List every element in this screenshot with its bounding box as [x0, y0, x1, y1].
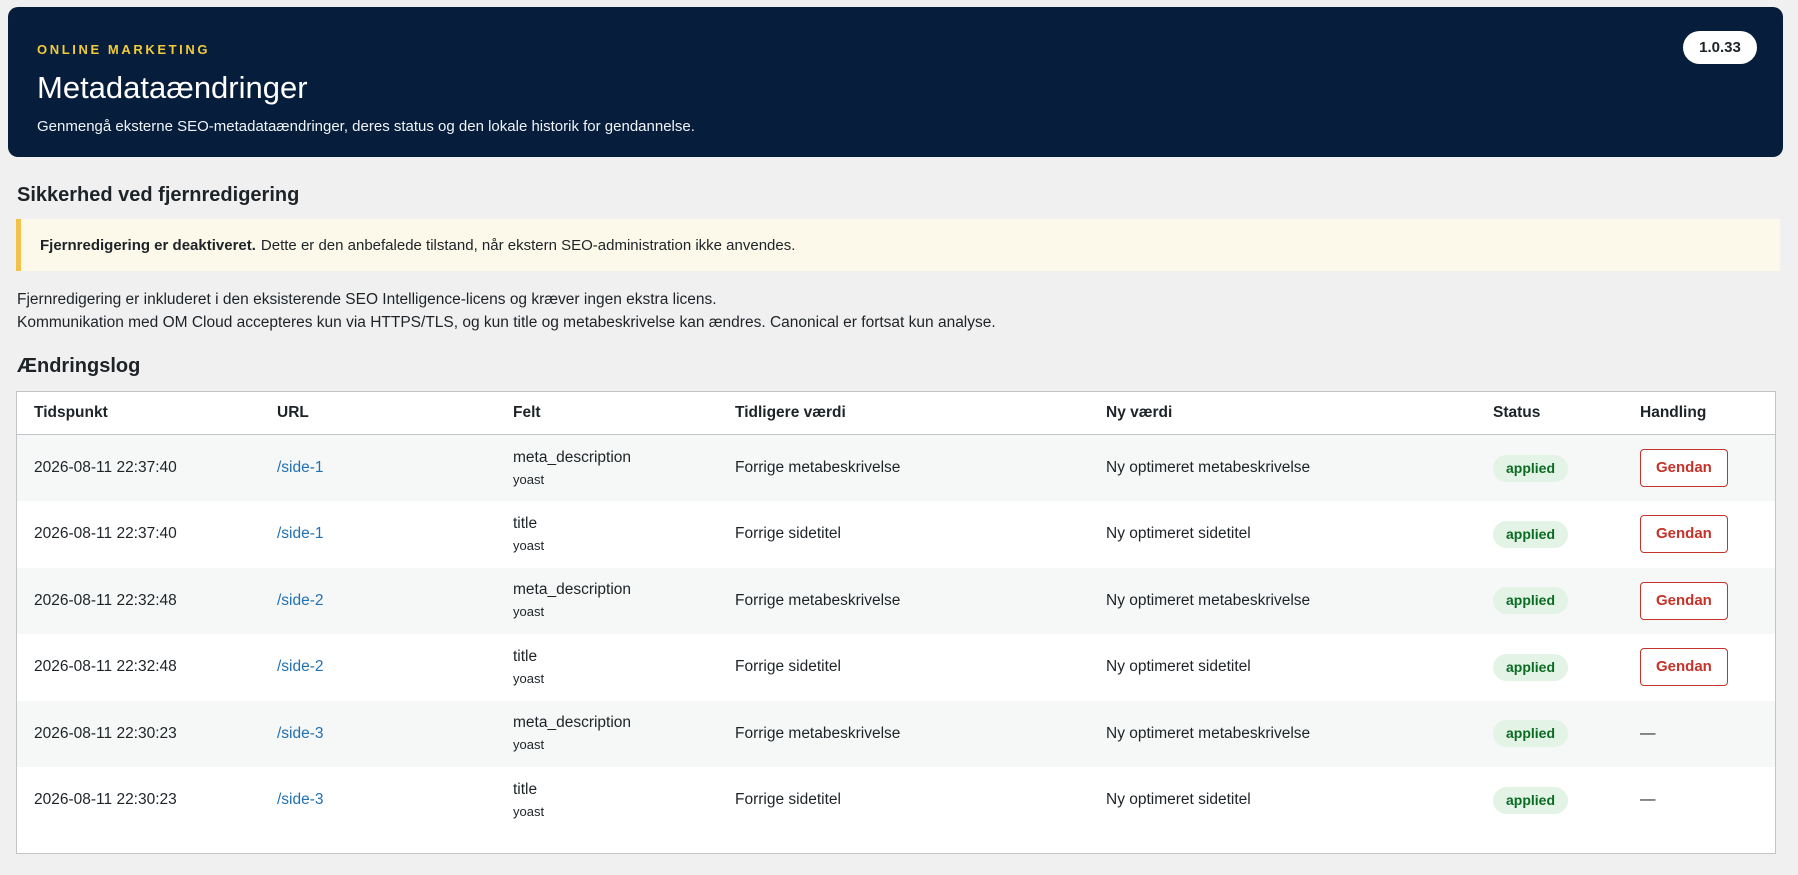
table-row: 2026-08-11 22:37:40 /side-1 meta_descrip…	[17, 434, 1775, 502]
field-source: yoast	[513, 737, 545, 753]
cell-new-value: Ny optimeret metabeskrivelse	[1106, 724, 1311, 742]
status-badge: applied	[1493, 520, 1569, 548]
column-header-action: Handling	[1623, 392, 1775, 435]
page-subtitle: Genmengå eksterne SEO-metadataændringer,…	[37, 118, 695, 135]
cell-field: meta_descriptionyoast	[496, 701, 718, 768]
table-row: 2026-08-11 22:32:48 /side-2 title yoast F…	[17, 634, 1775, 701]
table-row: 2026-08-11 22:32:48 /side-2 meta_descrip…	[17, 567, 1775, 635]
field-source: yoast	[513, 803, 545, 819]
cell-field: meta_descriptionyoast	[496, 435, 718, 502]
column-header-field: Felt	[496, 392, 718, 435]
field-name: meta_description	[513, 448, 632, 466]
url-link[interactable]: /side-3	[277, 725, 324, 742]
notice-text: Dette er den anbefalede tilstand, når ek…	[260, 236, 796, 254]
page-title: Metadataændringer	[37, 70, 308, 105]
field-name: title	[513, 780, 538, 798]
remote-security-heading: Sikkerhed ved fjernredigering	[17, 184, 300, 206]
cell-new-value: Ny optimeret sidetitel	[1106, 658, 1251, 676]
cell-field: title yoast	[496, 634, 718, 701]
column-header-previous-value: Tidligere værdi	[718, 392, 1089, 435]
status-badge: applied	[1493, 653, 1569, 681]
header-eyebrow: ONLINE MARKETING	[37, 42, 211, 57]
field-name: meta_description	[513, 714, 632, 732]
cell-previous-value: Forrige metabeskrivelse	[735, 459, 901, 476]
status-badge: applied	[1493, 720, 1569, 748]
status-badge: applied	[1493, 454, 1569, 482]
field-name: title	[513, 514, 538, 532]
notice-strong-text: Fjernredigering er deaktiveret.	[40, 236, 256, 254]
table-header-row: Tidspunkt URL Felt Tidligere værdi Ny væ…	[17, 392, 1775, 435]
field-source: yoast	[513, 604, 545, 620]
url-link[interactable]: /side-2	[277, 592, 324, 609]
cell-field: title yoast	[496, 501, 718, 568]
status-badge: applied	[1493, 786, 1569, 814]
column-header-new-value: Ny værdi	[1089, 392, 1476, 435]
table-row: 2026-08-11 22:30:23 /side-3 title yoast F…	[17, 767, 1775, 834]
url-link[interactable]: /side-2	[277, 658, 324, 675]
restore-button[interactable]: Gendan	[1640, 515, 1728, 554]
changelog-heading: Ændringslog	[17, 355, 141, 377]
cell-time: 2026-08-11 22:30:23	[34, 724, 177, 742]
cell-previous-value: Forrige metabeskrivelse	[735, 591, 901, 609]
cell-time: 2026-08-11 22:32:48	[34, 591, 177, 609]
cell-new-value: Ny optimeret sidetitel	[1106, 525, 1251, 543]
remote-editing-notice: Fjernredigering er deaktiveret. Dette er…	[16, 219, 1780, 271]
field-name: meta_description	[513, 581, 632, 599]
changelog-table: Tidspunkt URL Felt Tidligere værdi Ny væ…	[16, 391, 1776, 854]
field-source: yoast	[513, 537, 545, 553]
field-source: yoast	[513, 670, 545, 686]
info-line-license: Fjernredigering er inkluderet i den eksi…	[17, 291, 717, 308]
restore-button[interactable]: Gendan	[1640, 449, 1728, 487]
column-header-status: Status	[1476, 392, 1623, 435]
field-source: yoast	[513, 471, 545, 487]
version-badge: 1.0.33	[1683, 31, 1757, 64]
column-header-time: Tidspunkt	[17, 392, 260, 435]
restore-button[interactable]: Gendan	[1640, 648, 1728, 687]
url-link[interactable]: /side-1	[277, 525, 324, 542]
url-link[interactable]: /side-3	[277, 791, 324, 808]
cell-time: 2026-08-11 22:32:48	[34, 658, 177, 676]
field-name: title	[513, 647, 538, 665]
cell-field: meta_descriptionyoast	[496, 568, 718, 635]
cell-time: 2026-08-11 22:30:23	[34, 791, 177, 809]
license-info: Fjernredigering er inkluderet i den eksi…	[17, 288, 996, 334]
table-row: 2026-08-11 22:37:40 /side-1 title yoast F…	[17, 501, 1775, 568]
no-action-dash: —	[1640, 791, 1656, 809]
cell-previous-value: Forrige metabeskrivelse	[735, 724, 901, 742]
url-link[interactable]: /side-1	[277, 459, 324, 476]
cell-time: 2026-08-11 22:37:40	[34, 459, 177, 476]
column-header-url: URL	[260, 392, 496, 435]
no-action-dash: —	[1640, 724, 1656, 742]
cell-new-value: Ny optimeret metabeskrivelse	[1106, 591, 1311, 609]
table-row: 2026-08-11 22:30:23 /side-3 meta_descrip…	[17, 700, 1775, 768]
info-line-communication: Kommunikation med OM Cloud accepteres ku…	[17, 314, 996, 331]
cell-new-value: Ny optimeret sidetitel	[1106, 791, 1251, 809]
cell-previous-value: Forrige sidetitel	[735, 658, 841, 676]
cell-new-value: Ny optimeret metabeskrivelse	[1106, 459, 1311, 476]
cell-previous-value: Forrige sidetitel	[735, 525, 841, 543]
cell-previous-value: Forrige sidetitel	[735, 791, 841, 809]
cell-field: title yoast	[496, 767, 718, 834]
page-header: ONLINE MARKETING Metadataændringer Genme…	[8, 7, 1783, 157]
status-badge: applied	[1493, 587, 1569, 615]
restore-button[interactable]: Gendan	[1640, 581, 1728, 620]
cell-time: 2026-08-11 22:37:40	[34, 525, 177, 543]
